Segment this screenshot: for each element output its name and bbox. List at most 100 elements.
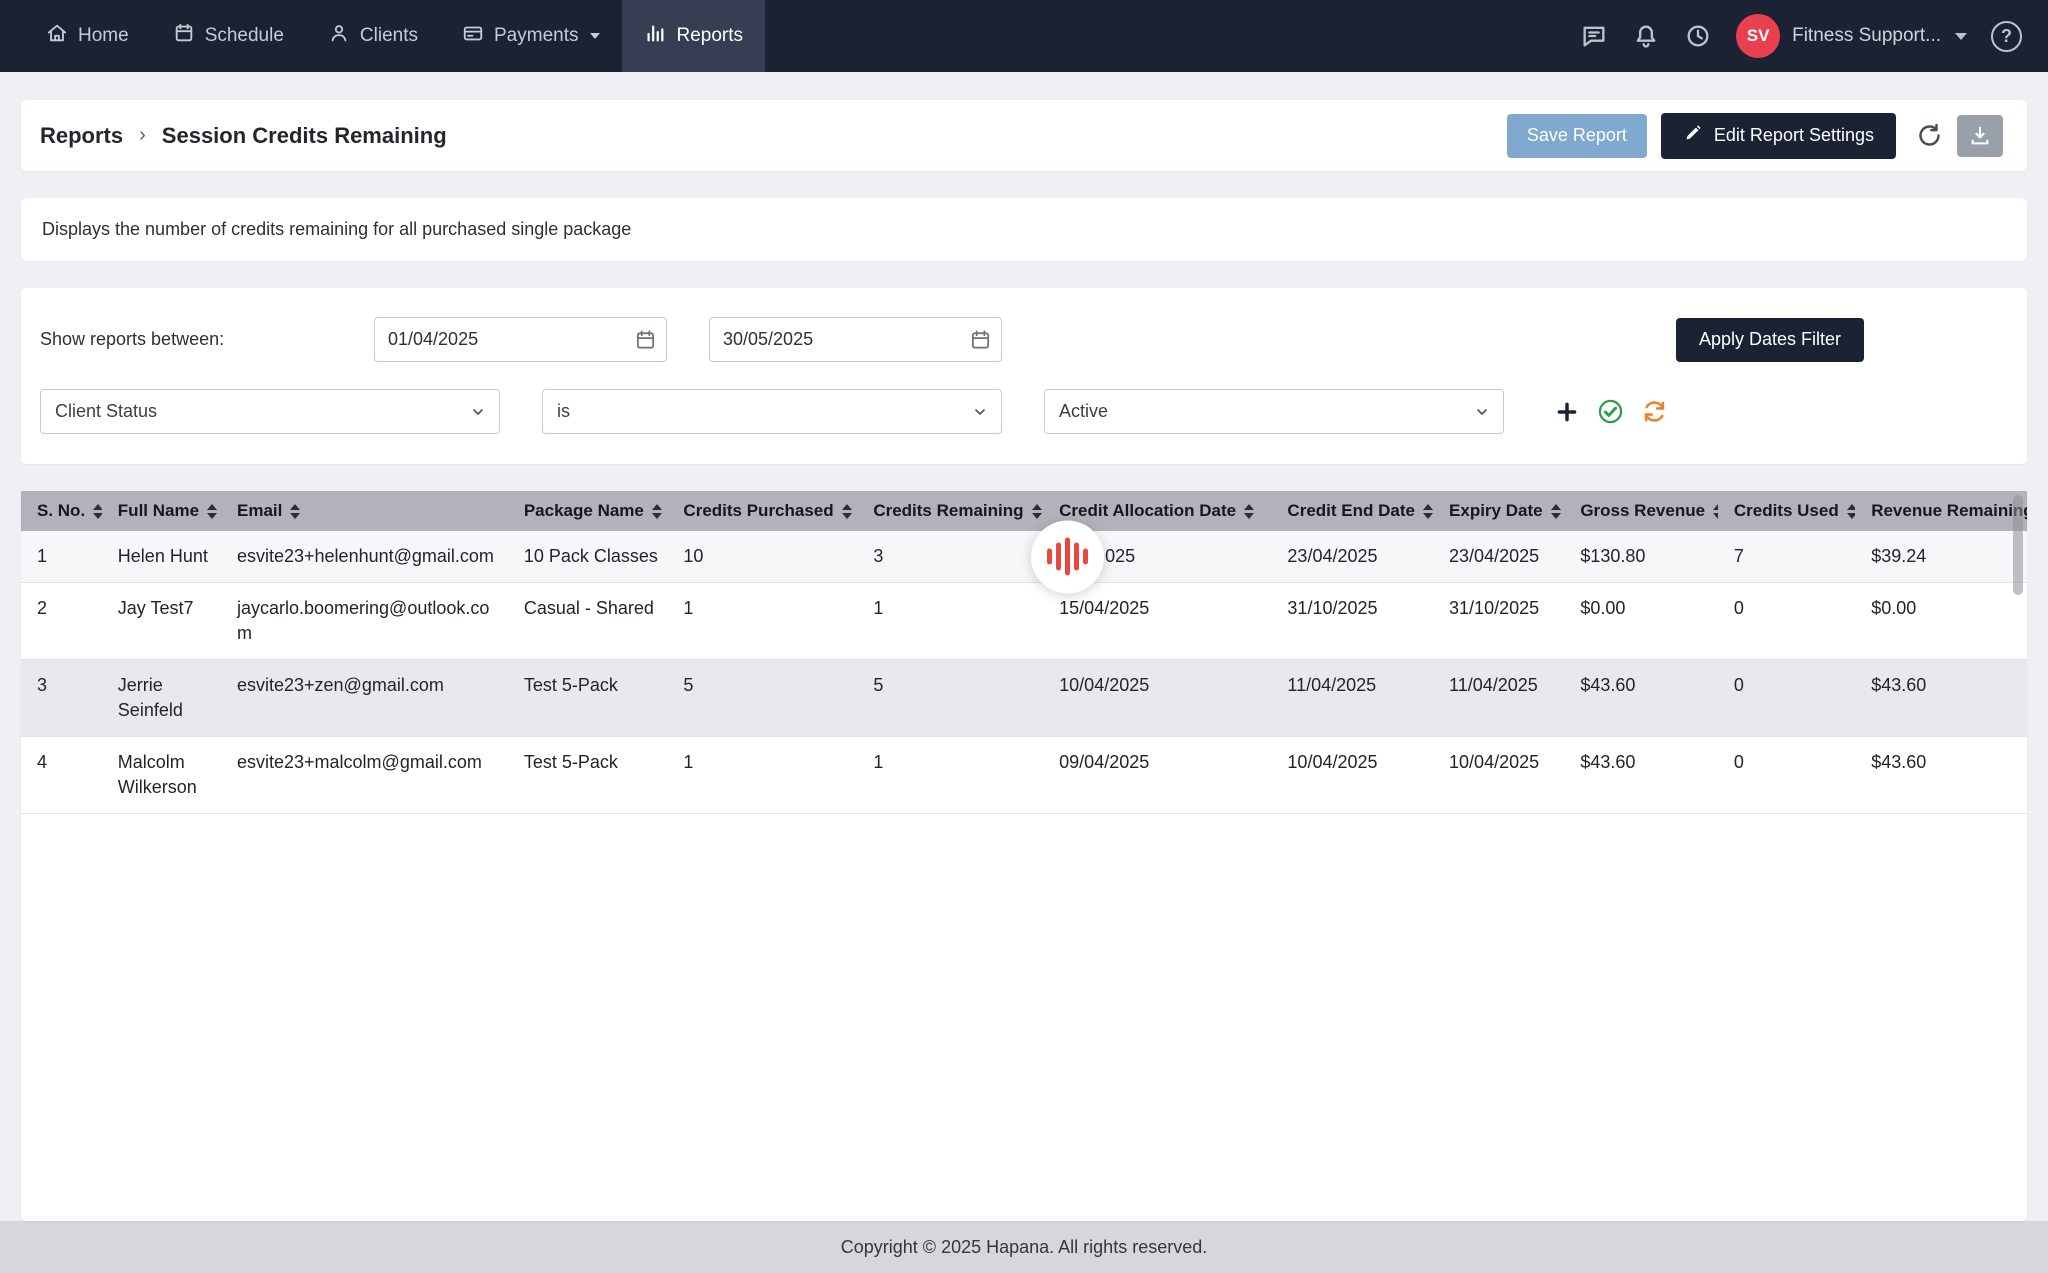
copyright-text: Copyright © 2025 Hapana. All rights rese… [841,1237,1207,1258]
table-cell: Test 5-Pack [508,660,668,737]
nav-item-schedule[interactable]: Schedule [151,0,306,72]
breadcrumb-section[interactable]: Reports [40,123,123,149]
table-cell: 1 [857,583,1043,660]
table-cell: 23/04/2025 [1271,531,1433,583]
calendar-icon[interactable] [969,328,992,351]
calendar-icon[interactable] [634,328,657,351]
sort-icon[interactable] [207,504,217,519]
column-header-revenue-remaining[interactable]: Revenue Remaining [1855,491,2027,531]
history-clock-icon[interactable] [1684,22,1712,50]
sort-icon[interactable] [842,504,852,519]
nav-item-clients[interactable]: Clients [306,0,440,72]
table-cell: Jerrie Seinfeld [102,660,221,737]
save-report-button[interactable]: Save Report [1507,114,1647,158]
table-row: 1Helen Huntesvite23+helenhunt@gmail.com1… [21,531,2027,583]
column-label: Package Name [524,501,644,521]
table-cell: $43.60 [1855,737,2027,814]
table-cell: Helen Hunt [102,531,221,583]
column-header-package-name[interactable]: Package Name [508,491,668,531]
table-cell: esvite23+helenhunt@gmail.com [221,531,508,583]
column-label: Revenue Remaining [1871,501,2027,521]
filter-value-select[interactable]: Active [1044,389,1504,434]
table-cell: Jay Test7 [102,583,221,660]
table-cell: esvite23+zen@gmail.com [221,660,508,737]
date-to-wrap [709,317,1002,362]
column-header-full-name[interactable]: Full Name [102,491,221,531]
table-cell: $0.00 [1855,583,2027,660]
date-to-input[interactable] [709,317,1002,362]
sort-icon[interactable] [1713,504,1718,519]
table-cell: 11/04/2025 [1433,660,1564,737]
partially-hidden-value: 025 [1105,546,1135,566]
column-label: Expiry Date [1449,501,1543,521]
navbar-right: SV Fitness Support... ? [1580,0,2048,72]
table-cell: $43.60 [1855,660,2027,737]
table-cell: 2 [21,583,102,660]
avatar[interactable]: SV [1736,14,1780,58]
column-label: Credit Allocation Date [1059,501,1236,521]
help-icon[interactable]: ? [1991,21,2022,52]
top-navbar: Home Schedule Clients Payments Reports S… [0,0,2048,72]
date-range-label: Show reports between: [40,329,374,350]
nav-item-reports[interactable]: Reports [622,0,765,72]
sync-icon [1641,398,1668,425]
filter-field-select[interactable]: Client Status [40,389,500,434]
download-button[interactable] [1957,115,2003,157]
sort-icon[interactable] [1847,504,1855,519]
sort-icon[interactable] [1244,504,1254,519]
column-header-s-no[interactable]: S. No. [21,491,102,531]
nav-label: Reports [676,25,743,47]
sort-icon[interactable] [1032,504,1042,519]
add-filter-button[interactable] [1554,399,1580,425]
report-table-card: S. No.Full Name Email Package Name Credits … [21,491,2027,1221]
chevron-down-icon [972,404,988,420]
bell-icon[interactable] [1632,22,1660,50]
download-icon [1969,125,1991,147]
table-scrollbar[interactable] [2013,495,2023,595]
calendar-icon [173,22,195,50]
nav-item-home[interactable]: Home [24,0,151,72]
sort-icon[interactable] [290,504,300,519]
apply-filter-button[interactable] [1597,398,1624,425]
apply-dates-filter-button[interactable]: Apply Dates Filter [1676,318,1864,362]
filter-operator-value: is [557,401,570,422]
column-header-credits-used[interactable]: Credits Used [1718,491,1855,531]
account-name: Fitness Support... [1792,25,1941,47]
report-table: S. No.Full Name Email Package Name Credits … [21,491,2027,814]
table-cell: $43.60 [1564,737,1718,814]
reset-filter-button[interactable] [1641,398,1668,425]
date-filter-row: Show reports between: Apply Dates Filter [40,317,2006,362]
report-description: Displays the number of credits remaining… [42,219,631,240]
nav-item-payments[interactable]: Payments [440,0,622,72]
sort-icon[interactable] [652,504,662,519]
filter-operator-select[interactable]: is [542,389,1002,434]
sort-icon[interactable] [1423,504,1433,519]
sort-icon[interactable] [93,504,102,519]
breadcrumb-separator: › [139,124,146,147]
column-header-email[interactable]: Email [221,491,508,531]
chat-icon[interactable] [1580,22,1608,50]
column-header-credits-remaining[interactable]: Credits Remaining [857,491,1043,531]
column-header-credits-purchased[interactable]: Credits Purchased [667,491,857,531]
refresh-icon[interactable] [1916,122,1943,149]
table-cell: 23/04/2025 [1433,531,1564,583]
main-content: Reports › Session Credits Remaining Save… [0,72,2048,1221]
page-footer: Copyright © 2025 Hapana. All rights rese… [0,1221,2048,1273]
column-header-credit-end-date[interactable]: Credit End Date [1271,491,1433,531]
nav-label: Schedule [205,25,284,47]
table-cell: Casual - Shared [508,583,668,660]
table-cell: 31/10/2025 [1271,583,1433,660]
nav-label: Home [78,25,129,47]
sort-icon[interactable] [1551,504,1561,519]
person-icon [328,22,350,50]
column-label: Email [237,501,282,521]
column-header-expiry-date[interactable]: Expiry Date [1433,491,1564,531]
date-from-input[interactable] [374,317,667,362]
edit-report-settings-button[interactable]: Edit Report Settings [1661,113,1896,159]
table-cell: 4 [21,737,102,814]
table-cell: Test 5-Pack [508,737,668,814]
user-menu[interactable]: SV Fitness Support... [1736,14,1967,58]
column-header-gross-revenue[interactable]: Gross Revenue [1564,491,1718,531]
column-label: Credit End Date [1287,501,1415,521]
table-cell: 1 [667,583,857,660]
